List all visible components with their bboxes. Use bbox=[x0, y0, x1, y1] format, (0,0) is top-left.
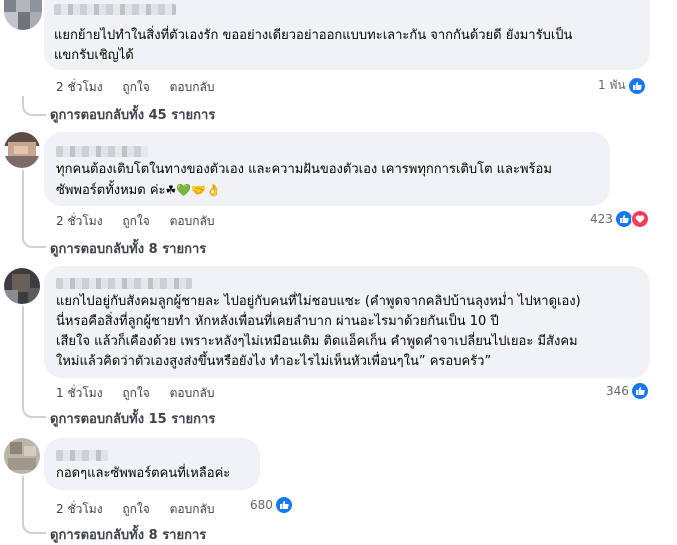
commenter-name[interactable] bbox=[56, 146, 148, 157]
commenter-name[interactable] bbox=[56, 450, 108, 461]
view-replies-link[interactable]: ดูการตอบกลับทั้ง 8 รายการ bbox=[50, 238, 206, 259]
reply-button[interactable]: ตอบกลับ bbox=[170, 214, 215, 228]
reaction-summary[interactable]: 423 bbox=[590, 210, 649, 228]
thread-connector bbox=[22, 170, 46, 248]
reaction-count: 680 bbox=[250, 498, 273, 512]
comment-actions: 2 ชั่วโมง ถูกใจ ตอบกลับ bbox=[56, 212, 230, 231]
comment-bubble: แยกไปอยู่กับสังคมลูกผู้ชายละ ไปอยู่กับคน… bbox=[44, 266, 650, 378]
reply-button[interactable]: ตอบกลับ bbox=[170, 502, 215, 516]
comment-bubble: แยกย้ายไปทำในสิ่งที่ตัวเองรัก ขออย่างเดี… bbox=[44, 0, 650, 70]
reaction-count: 1 พัน bbox=[598, 78, 626, 92]
reaction-summary[interactable]: 346 bbox=[606, 382, 649, 400]
comment-text-line: ใหม่แล้วคิดว่าตัวเองสูงส่งขึ้นหรือยังไง … bbox=[56, 354, 492, 369]
like-icon bbox=[274, 496, 293, 514]
commenter-name[interactable] bbox=[56, 278, 192, 289]
comment-timestamp[interactable]: 2 ชั่วโมง bbox=[56, 502, 103, 516]
like-button[interactable]: ถูกใจ bbox=[122, 214, 149, 228]
view-replies-link[interactable]: ดูการตอบกลับทั้ง 15 รายการ bbox=[50, 408, 215, 429]
comment-emoji: ☘💚🤝👌 bbox=[165, 183, 222, 197]
view-replies-link[interactable]: ดูการตอบกลับทั้ง 8 รายการ bbox=[50, 524, 206, 545]
reaction-summary[interactable]: 680 bbox=[250, 496, 293, 514]
like-icon bbox=[630, 382, 649, 400]
thread-connector bbox=[22, 96, 46, 116]
like-icon bbox=[627, 76, 646, 95]
avatar[interactable] bbox=[4, 268, 40, 304]
comment-timestamp[interactable]: 1 ชั่วโมง bbox=[56, 386, 103, 400]
comment-text-line: แยกย้ายไปทำในสิ่งที่ตัวเองรัก ขออย่างเดี… bbox=[54, 28, 573, 43]
comment-actions: 1 ชั่วโมง ถูกใจ ตอบกลับ bbox=[56, 384, 230, 403]
reaction-count: 423 bbox=[590, 212, 613, 226]
avatar[interactable] bbox=[4, 132, 40, 168]
comment-text-line: ทุกคนต้องเติบโตในทางของตัวเอง และความฝัน… bbox=[56, 162, 552, 177]
love-icon bbox=[630, 210, 649, 228]
comment-timestamp[interactable]: 2 ชั่วโมง bbox=[56, 80, 103, 94]
thread-connector bbox=[22, 306, 46, 418]
commenter-name[interactable] bbox=[54, 4, 176, 15]
comment-actions: 2 ชั่วโมง ถูกใจ ตอบกลับ bbox=[56, 500, 230, 519]
avatar[interactable] bbox=[4, 438, 40, 474]
like-button[interactable]: ถูกใจ bbox=[122, 80, 149, 94]
view-replies-link[interactable]: ดูการตอบกลับทั้ง 45 รายการ bbox=[50, 104, 215, 125]
reply-button[interactable]: ตอบกลับ bbox=[170, 80, 215, 94]
comment-timestamp[interactable]: 2 ชั่วโมง bbox=[56, 214, 103, 228]
reaction-count: 346 bbox=[606, 384, 629, 398]
comment-text-line: เสียใจ แล้วก็เคืองด้วย เพราะหลังๆไม่เหมื… bbox=[56, 334, 578, 349]
like-button[interactable]: ถูกใจ bbox=[122, 386, 149, 400]
thread-connector bbox=[22, 476, 46, 534]
reply-button[interactable]: ตอบกลับ bbox=[170, 386, 215, 400]
comment-text-line: นี่หรอคือสิ่งที่ลูกผู้ชายทำ หักหลังเพื่อ… bbox=[56, 314, 499, 329]
comment-text-line: ซัพพอร์ตทั้งหมด ค่ะ☘💚🤝👌 bbox=[56, 183, 222, 198]
comment-bubble: ทุกคนต้องเติบโตในทางของตัวเอง และความฝัน… bbox=[44, 132, 610, 206]
avatar[interactable] bbox=[4, 0, 42, 30]
comment-bubble: กอดๆและซัพพอร์ตคนที่เหลือค่ะ bbox=[44, 438, 260, 490]
comment-text-line: กอดๆและซัพพอร์ตคนที่เหลือค่ะ bbox=[56, 466, 231, 481]
reaction-summary[interactable]: 1 พัน bbox=[598, 76, 646, 95]
comment-text-line: แขกรับเชิญได้ bbox=[54, 48, 134, 63]
comment-actions: 2 ชั่วโมง ถูกใจ ตอบกลับ bbox=[56, 78, 230, 97]
comment-text-line: แยกไปอยู่กับสังคมลูกผู้ชายละ ไปอยู่กับคน… bbox=[56, 294, 581, 309]
like-button[interactable]: ถูกใจ bbox=[122, 502, 149, 516]
